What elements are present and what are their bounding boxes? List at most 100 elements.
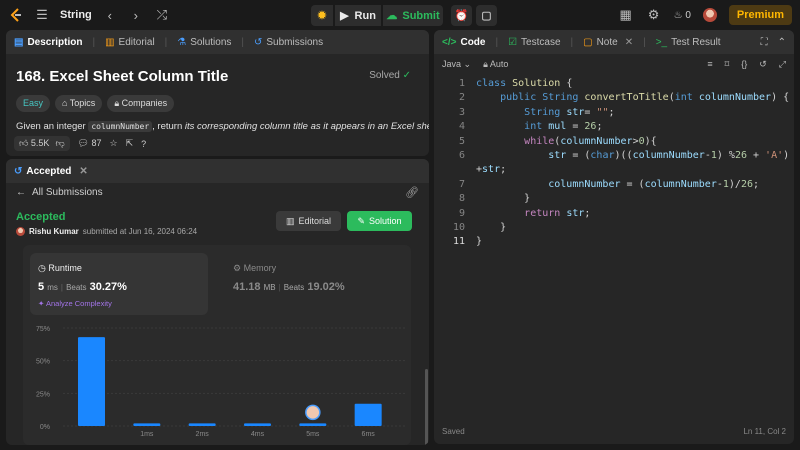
chevron-left-icon[interactable]: ‹: [102, 8, 118, 23]
solved-status: Solved ✓: [369, 70, 411, 81]
flask-icon: ⚗: [177, 36, 187, 48]
x-tick-label: 6ms: [362, 431, 376, 438]
code-line: }: [476, 193, 531, 205]
cloud-upload-icon: ☁: [386, 10, 398, 22]
arrow-left-icon: ←: [16, 187, 26, 198]
tab-testcase[interactable]: ☑ Testcase: [508, 37, 560, 48]
close-icon[interactable]: ✕: [79, 166, 87, 177]
tab-accepted[interactable]: ↺ Accepted ✕: [14, 166, 88, 177]
chart-bar[interactable]: [133, 423, 161, 426]
companies-chip[interactable]: 🔒︎ Companies: [107, 95, 175, 112]
chevron-down-icon: ⌄: [463, 58, 472, 69]
braces-icon[interactable]: {}: [741, 59, 747, 69]
user-position-marker: [305, 404, 321, 421]
share-icon[interactable]: ⇱: [126, 138, 134, 149]
difficulty-badge: Easy: [16, 95, 51, 112]
tab-divider: |: [164, 36, 168, 48]
submission-status: Accepted: [16, 211, 66, 223]
tab-code[interactable]: </> Code: [442, 37, 485, 48]
close-icon[interactable]: ✕: [625, 37, 633, 48]
bookmark-icon[interactable]: ⌑: [725, 59, 730, 70]
collapse-chevron-icon[interactable]: ⌃: [778, 37, 786, 48]
tab-divider: |: [92, 36, 96, 48]
help-icon[interactable]: ?: [141, 139, 146, 149]
debug-button[interactable]: ✹: [311, 5, 333, 26]
run-button[interactable]: ▶ Run: [335, 5, 381, 26]
code-line: }: [476, 236, 483, 248]
tag-icon: ⌂: [62, 98, 68, 108]
submitter-name[interactable]: Rishu Kumar: [29, 227, 79, 236]
top-bar: ☰ String ‹ › ⤮ ✹ ▶ Run ☁ Submit ⏰ ▢ ▦ ⚙ ♨ …: [0, 0, 800, 30]
terminal-icon: >_: [655, 36, 668, 48]
tab-test-result[interactable]: >_ Test Result: [656, 37, 721, 48]
line-number: 2: [458, 92, 465, 104]
line-number: 10: [452, 222, 465, 233]
user-avatar[interactable]: [702, 8, 717, 22]
y-tick-label: 0%: [40, 424, 50, 431]
favorite-star-icon[interactable]: ☆: [110, 138, 118, 149]
code-line: str = (char)((columnNumber-1) %26 + 'A'): [548, 150, 790, 161]
comments-button[interactable]: 💬︎ 87: [78, 138, 102, 149]
chart-bar[interactable]: [244, 423, 271, 426]
description-tabbar: ▤ Description | ▥ Editorial | ⚗ Solutions |…: [6, 30, 429, 54]
maximize-icon[interactable]: ⛶: [761, 37, 768, 48]
problem-title[interactable]: 168. Excel Sheet Column Title: [16, 68, 228, 85]
layout-grid-icon[interactable]: ▦: [618, 7, 634, 23]
notes-button[interactable]: ▢: [476, 5, 497, 26]
code-line: class Solution {: [476, 78, 573, 89]
editorial-button[interactable]: ▥ Editorial: [276, 211, 341, 231]
language-select[interactable]: Java ⌄: [442, 59, 471, 70]
editor-toolbar: Java ⌄ 🔒︎ Auto ≡ ⌑ {} ↺ ⤢: [434, 54, 794, 74]
like-button[interactable]: 👍︎ 5.5K: [19, 138, 49, 149]
tab-description[interactable]: ▤ Description: [14, 37, 82, 48]
code-icon: </>: [442, 36, 457, 48]
tab-note[interactable]: ▢ Note ✕: [583, 37, 633, 48]
auto-mode-toggle[interactable]: 🔒︎ Auto: [483, 59, 508, 70]
chart-bar[interactable]: [188, 423, 216, 426]
tab-divider: |: [570, 36, 574, 48]
expand-icon[interactable]: ⤢: [779, 59, 786, 70]
format-icon[interactable]: ≡: [707, 59, 712, 69]
play-icon: ▶: [340, 10, 349, 22]
cursor-position: Ln 11, Col 2: [743, 427, 786, 436]
tab-editorial[interactable]: ▥ Editorial: [105, 37, 155, 48]
all-submissions-link[interactable]: ← All Submissions: [16, 187, 103, 198]
submission-byline: Rishu Kumar submitted at Jun 16, 2024 06…: [16, 227, 197, 236]
settings-gear-icon[interactable]: ⚙: [646, 7, 662, 23]
chart-bar[interactable]: [299, 423, 327, 426]
alarm-icon: ⏰: [454, 10, 469, 22]
pencil-icon: ✎: [357, 215, 365, 226]
premium-button[interactable]: Premium: [728, 5, 792, 25]
timer-button[interactable]: ⏰: [451, 5, 472, 26]
doc-icon: ▤: [14, 36, 24, 48]
code-line: String str= "";: [524, 106, 615, 118]
submit-button[interactable]: ☁ Submit: [383, 5, 443, 26]
submission-tabbar: ↺ Accepted ✕: [6, 159, 429, 183]
line-number-current: 11: [452, 236, 465, 248]
topics-chip[interactable]: ⌂ Topics: [55, 95, 103, 112]
line-number: 3: [458, 106, 465, 118]
solution-button[interactable]: ✎ Solution: [347, 211, 412, 231]
link-icon[interactable]: 🔗︎: [405, 186, 419, 199]
code-line: while(columnNumber>0){: [524, 135, 657, 147]
dislike-button[interactable]: 👎︎: [55, 138, 64, 149]
tab-solutions[interactable]: ⚗ Solutions: [177, 37, 231, 48]
chevron-right-icon[interactable]: ›: [128, 8, 144, 23]
chart-bar[interactable]: [354, 403, 382, 426]
problem-list-title[interactable]: String: [60, 9, 92, 21]
streak-counter[interactable]: ♨ 0: [674, 10, 691, 21]
submission-panel: ↺ Accepted ✕ ← All Submissions 🔗︎ Accepted …: [6, 159, 429, 445]
reset-icon[interactable]: ↺: [759, 59, 767, 70]
comment-icon: 💬︎: [77, 138, 90, 148]
code-line: int mul = 26;: [524, 121, 603, 133]
code-tabbar: </> Code | ☑ Testcase | ▢ Note ✕ | >_ Test Re…: [434, 30, 794, 54]
tab-submissions[interactable]: ↺ Submissions: [254, 37, 323, 48]
lock-icon: 🔒︎: [114, 98, 120, 108]
inline-code: columnNumber: [88, 121, 153, 132]
chart-bar[interactable]: [78, 337, 105, 426]
panel-scrollbar[interactable]: [425, 369, 428, 445]
lock-icon: 🔒︎: [483, 58, 488, 69]
list-icon[interactable]: ☰: [34, 7, 50, 23]
leetcode-logo-icon[interactable]: [8, 7, 24, 23]
shuffle-icon[interactable]: ⤮: [154, 7, 170, 23]
